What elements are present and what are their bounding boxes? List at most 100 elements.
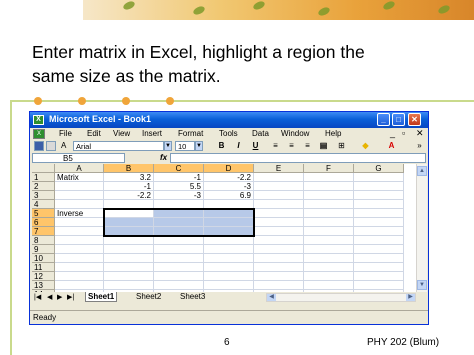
cell-b12[interactable] xyxy=(104,272,154,281)
cell-g1[interactable] xyxy=(354,173,404,182)
cell-f10[interactable] xyxy=(304,254,354,263)
cell-a7[interactable] xyxy=(55,227,104,236)
cell-d11[interactable] xyxy=(204,263,254,272)
cell-e13[interactable] xyxy=(254,281,304,290)
maximize-icon[interactable]: □ xyxy=(392,113,405,126)
row-header-1[interactable]: 1 xyxy=(32,173,55,182)
align-center-icon[interactable]: ≡ xyxy=(286,141,297,151)
row-header-9[interactable]: 9 xyxy=(32,245,55,254)
underline-button[interactable]: U xyxy=(250,141,261,151)
scroll-right-icon[interactable]: ▶ xyxy=(406,294,415,301)
tab-sheet2[interactable]: Sheet2 xyxy=(134,292,163,302)
cell-e8[interactable] xyxy=(254,236,304,245)
cell-c6[interactable] xyxy=(154,218,204,227)
cell-b9[interactable] xyxy=(104,245,154,254)
cell-g7[interactable] xyxy=(354,227,404,236)
cell-c7[interactable] xyxy=(154,227,204,236)
row-header-8[interactable]: 8 xyxy=(32,236,55,245)
first-sheet-icon[interactable]: |◀ xyxy=(34,293,41,301)
italic-button[interactable]: I xyxy=(233,141,244,151)
cell-b6[interactable] xyxy=(104,218,154,227)
cell-g13[interactable] xyxy=(354,281,404,290)
row-header-7[interactable]: 7 xyxy=(32,227,55,236)
cell-g8[interactable] xyxy=(354,236,404,245)
font-name-dropdown-icon[interactable]: ▼ xyxy=(164,141,172,151)
row-header-6[interactable]: 6 xyxy=(32,218,55,227)
cell-e3[interactable] xyxy=(254,191,304,200)
cell-d12[interactable] xyxy=(204,272,254,281)
doc-minimize-icon[interactable]: _ xyxy=(390,128,395,138)
cell-f1[interactable] xyxy=(304,173,354,182)
cell-e5[interactable] xyxy=(254,209,304,218)
menu-data[interactable]: Data xyxy=(252,129,269,138)
font-size-select[interactable]: 10 xyxy=(175,141,195,151)
cell-g5[interactable] xyxy=(354,209,404,218)
cell-c4[interactable] xyxy=(154,200,204,209)
cell-d9[interactable] xyxy=(204,245,254,254)
cell-c10[interactable] xyxy=(154,254,204,263)
next-sheet-icon[interactable]: ▶ xyxy=(57,293,62,301)
fx-icon[interactable]: fx xyxy=(160,153,167,162)
tab-sheet1[interactable]: Sheet1 xyxy=(85,292,118,302)
row-header-13[interactable]: 13 xyxy=(32,281,55,290)
name-box[interactable]: B5 xyxy=(32,153,125,163)
cell-e4[interactable] xyxy=(254,200,304,209)
cell-d1[interactable]: -2.2 xyxy=(204,173,254,182)
workbook-icon[interactable]: X xyxy=(33,129,45,139)
cell-c9[interactable] xyxy=(154,245,204,254)
cell-d2[interactable]: -3 xyxy=(204,182,254,191)
cell-b5[interactable] xyxy=(104,209,154,218)
row-header-12[interactable]: 12 xyxy=(32,272,55,281)
cell-d13[interactable] xyxy=(204,281,254,290)
cell-f7[interactable] xyxy=(304,227,354,236)
cell-d10[interactable] xyxy=(204,254,254,263)
print-icon[interactable] xyxy=(46,141,56,151)
cell-c5[interactable] xyxy=(154,209,204,218)
cell-d7[interactable] xyxy=(204,227,254,236)
title-bar[interactable]: X Microsoft Excel - Book1 _ □ ✕ xyxy=(30,112,428,128)
column-header-e[interactable]: E xyxy=(254,164,304,173)
cell-f2[interactable] xyxy=(304,182,354,191)
cell-a10[interactable] xyxy=(55,254,104,263)
menu-file[interactable]: File xyxy=(59,129,72,138)
cell-c13[interactable] xyxy=(154,281,204,290)
cell-g2[interactable] xyxy=(354,182,404,191)
worksheet-grid[interactable]: A B C D E F G 1 Matrix 3.2 -1 -2.2 2 -1 5.5 -3 3 -2.2 -3 6.… xyxy=(32,164,416,292)
fill-color-icon[interactable]: ◆ xyxy=(360,141,371,151)
cell-g9[interactable] xyxy=(354,245,404,254)
font-color-icon[interactable]: A xyxy=(386,141,397,151)
cell-f4[interactable] xyxy=(304,200,354,209)
vertical-scrollbar[interactable]: ▲ ▼ xyxy=(416,164,427,292)
cell-e9[interactable] xyxy=(254,245,304,254)
cell-e1[interactable] xyxy=(254,173,304,182)
column-header-d[interactable]: D xyxy=(204,164,254,173)
cell-a4[interactable] xyxy=(55,200,104,209)
column-header-b[interactable]: B xyxy=(104,164,154,173)
menu-tools[interactable]: Tools xyxy=(219,129,238,138)
cell-a5[interactable]: Inverse xyxy=(55,209,104,218)
cell-a12[interactable] xyxy=(55,272,104,281)
align-right-icon[interactable]: ≡ xyxy=(302,141,313,151)
cell-e12[interactable] xyxy=(254,272,304,281)
cell-f3[interactable] xyxy=(304,191,354,200)
cell-d6[interactable] xyxy=(204,218,254,227)
cell-a3[interactable] xyxy=(55,191,104,200)
cell-e6[interactable] xyxy=(254,218,304,227)
font-size-dropdown-icon[interactable]: ▼ xyxy=(195,141,203,151)
cell-g6[interactable] xyxy=(354,218,404,227)
scroll-left-icon[interactable]: ◀ xyxy=(267,294,276,301)
cell-a6[interactable] xyxy=(55,218,104,227)
cell-d3[interactable]: 6.9 xyxy=(204,191,254,200)
cell-a1[interactable]: Matrix xyxy=(55,173,104,182)
menu-window[interactable]: Window xyxy=(281,129,309,138)
minimize-icon[interactable]: _ xyxy=(377,113,390,126)
font-name-select[interactable]: Arial xyxy=(73,141,164,151)
cell-a2[interactable] xyxy=(55,182,104,191)
cell-b1[interactable]: 3.2 xyxy=(104,173,154,182)
cell-a13[interactable] xyxy=(55,281,104,290)
cell-a11[interactable] xyxy=(55,263,104,272)
cell-a8[interactable] xyxy=(55,236,104,245)
row-header-2[interactable]: 2 xyxy=(32,182,55,191)
cell-b10[interactable] xyxy=(104,254,154,263)
tab-sheet3[interactable]: Sheet3 xyxy=(178,292,207,302)
